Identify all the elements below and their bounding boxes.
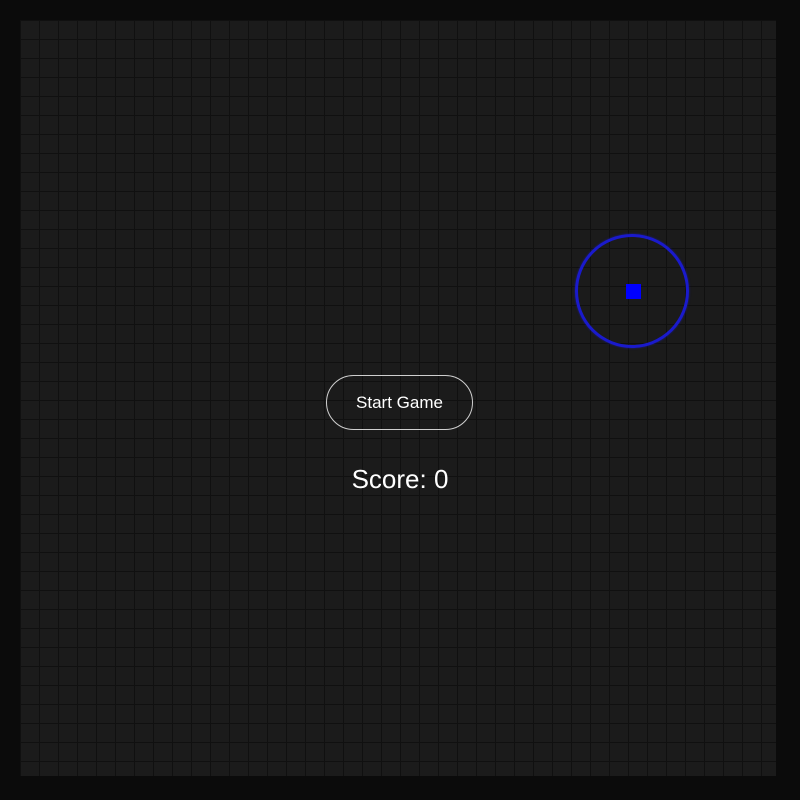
start-game-button[interactable]: Start Game [326,375,473,430]
score-display: Score: 0 [351,464,449,494]
game-stage: Start Game Score: 0 [0,0,800,800]
player-square [626,284,641,299]
